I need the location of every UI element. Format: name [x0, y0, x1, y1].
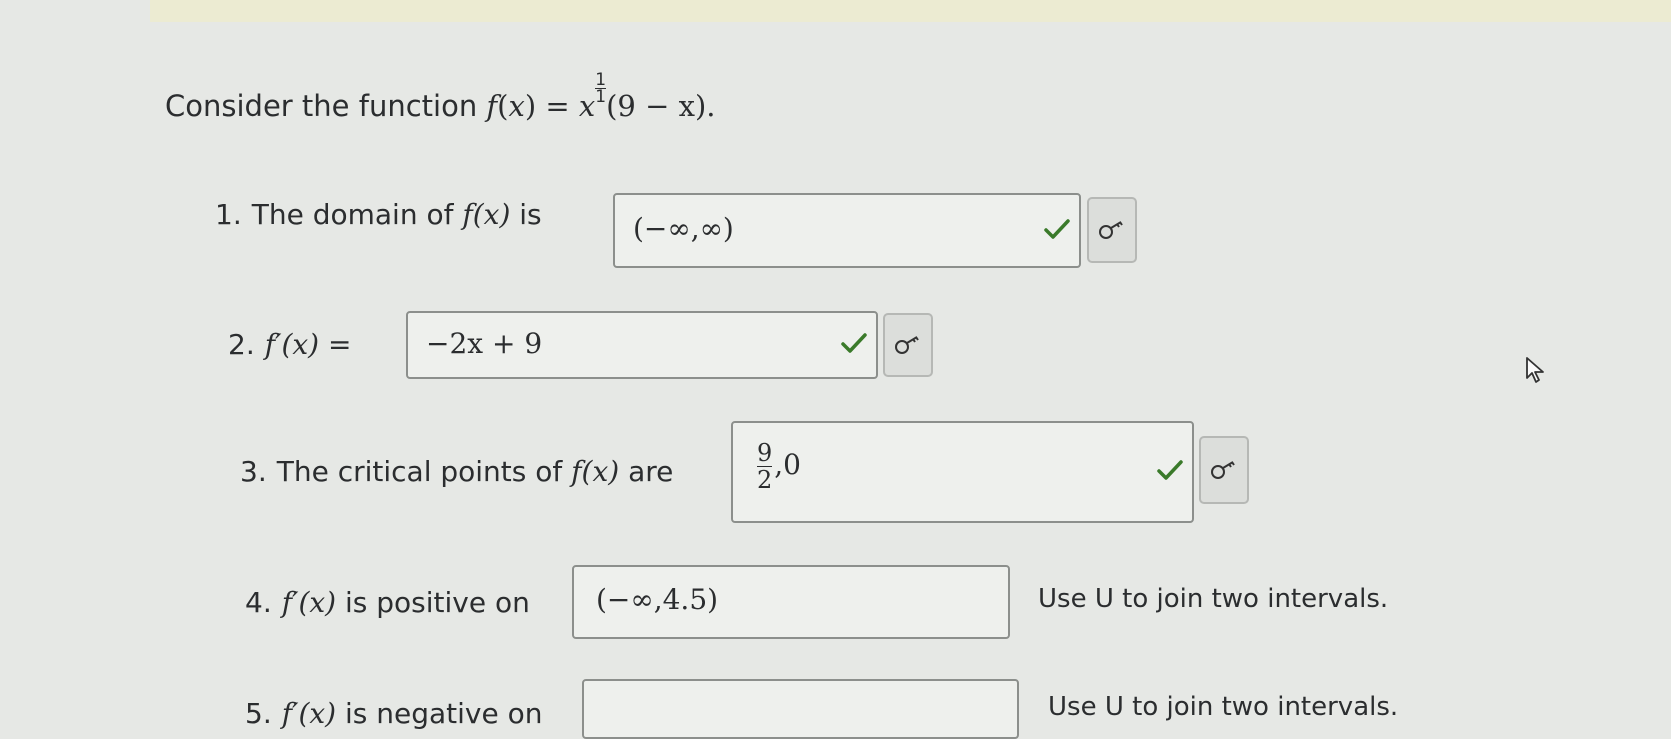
derivative-answer-field[interactable]: −2x + 9 — [406, 311, 878, 379]
exponent-fraction: 11 — [595, 70, 607, 107]
check-icon — [840, 332, 868, 358]
negative-interval-answer-field[interactable] — [582, 679, 1019, 739]
key-icon-button-1[interactable] — [1087, 197, 1137, 263]
key-icon-button-3[interactable] — [1199, 436, 1249, 504]
interval-hint: Use U to join two intervals. — [1048, 692, 1399, 722]
question-1: 1. The domain of f(x) is — [215, 198, 542, 231]
question-4: 4. f′(x) is positive on — [245, 586, 530, 619]
critical-points-answer-field[interactable]: 9 2,0 — [731, 421, 1194, 523]
key-icon — [1099, 221, 1123, 239]
key-icon — [1211, 461, 1235, 479]
question-3: 3. The critical points of f(x) are — [240, 455, 674, 488]
top-banner — [150, 0, 1671, 22]
prompt-text: Consider the function — [165, 89, 478, 123]
question-2: 2. f′(x) = — [228, 328, 352, 361]
key-icon — [895, 336, 919, 354]
problem-statement: Consider the function f(x) = x 1 1 (9 − x). — [165, 70, 716, 124]
check-icon — [1043, 218, 1071, 244]
domain-answer-field[interactable]: (−∞,∞) — [613, 193, 1081, 268]
answer-fraction: 92 — [757, 439, 773, 494]
mouse-cursor-icon — [1525, 356, 1547, 388]
check-icon — [1156, 459, 1184, 485]
interval-hint: Use U to join two intervals. — [1038, 584, 1389, 614]
question-5: 5. f′(x) is negative on — [245, 697, 543, 730]
key-icon-button-2[interactable] — [883, 313, 933, 377]
positive-interval-answer-field[interactable]: (−∞,4.5) — [572, 565, 1010, 639]
